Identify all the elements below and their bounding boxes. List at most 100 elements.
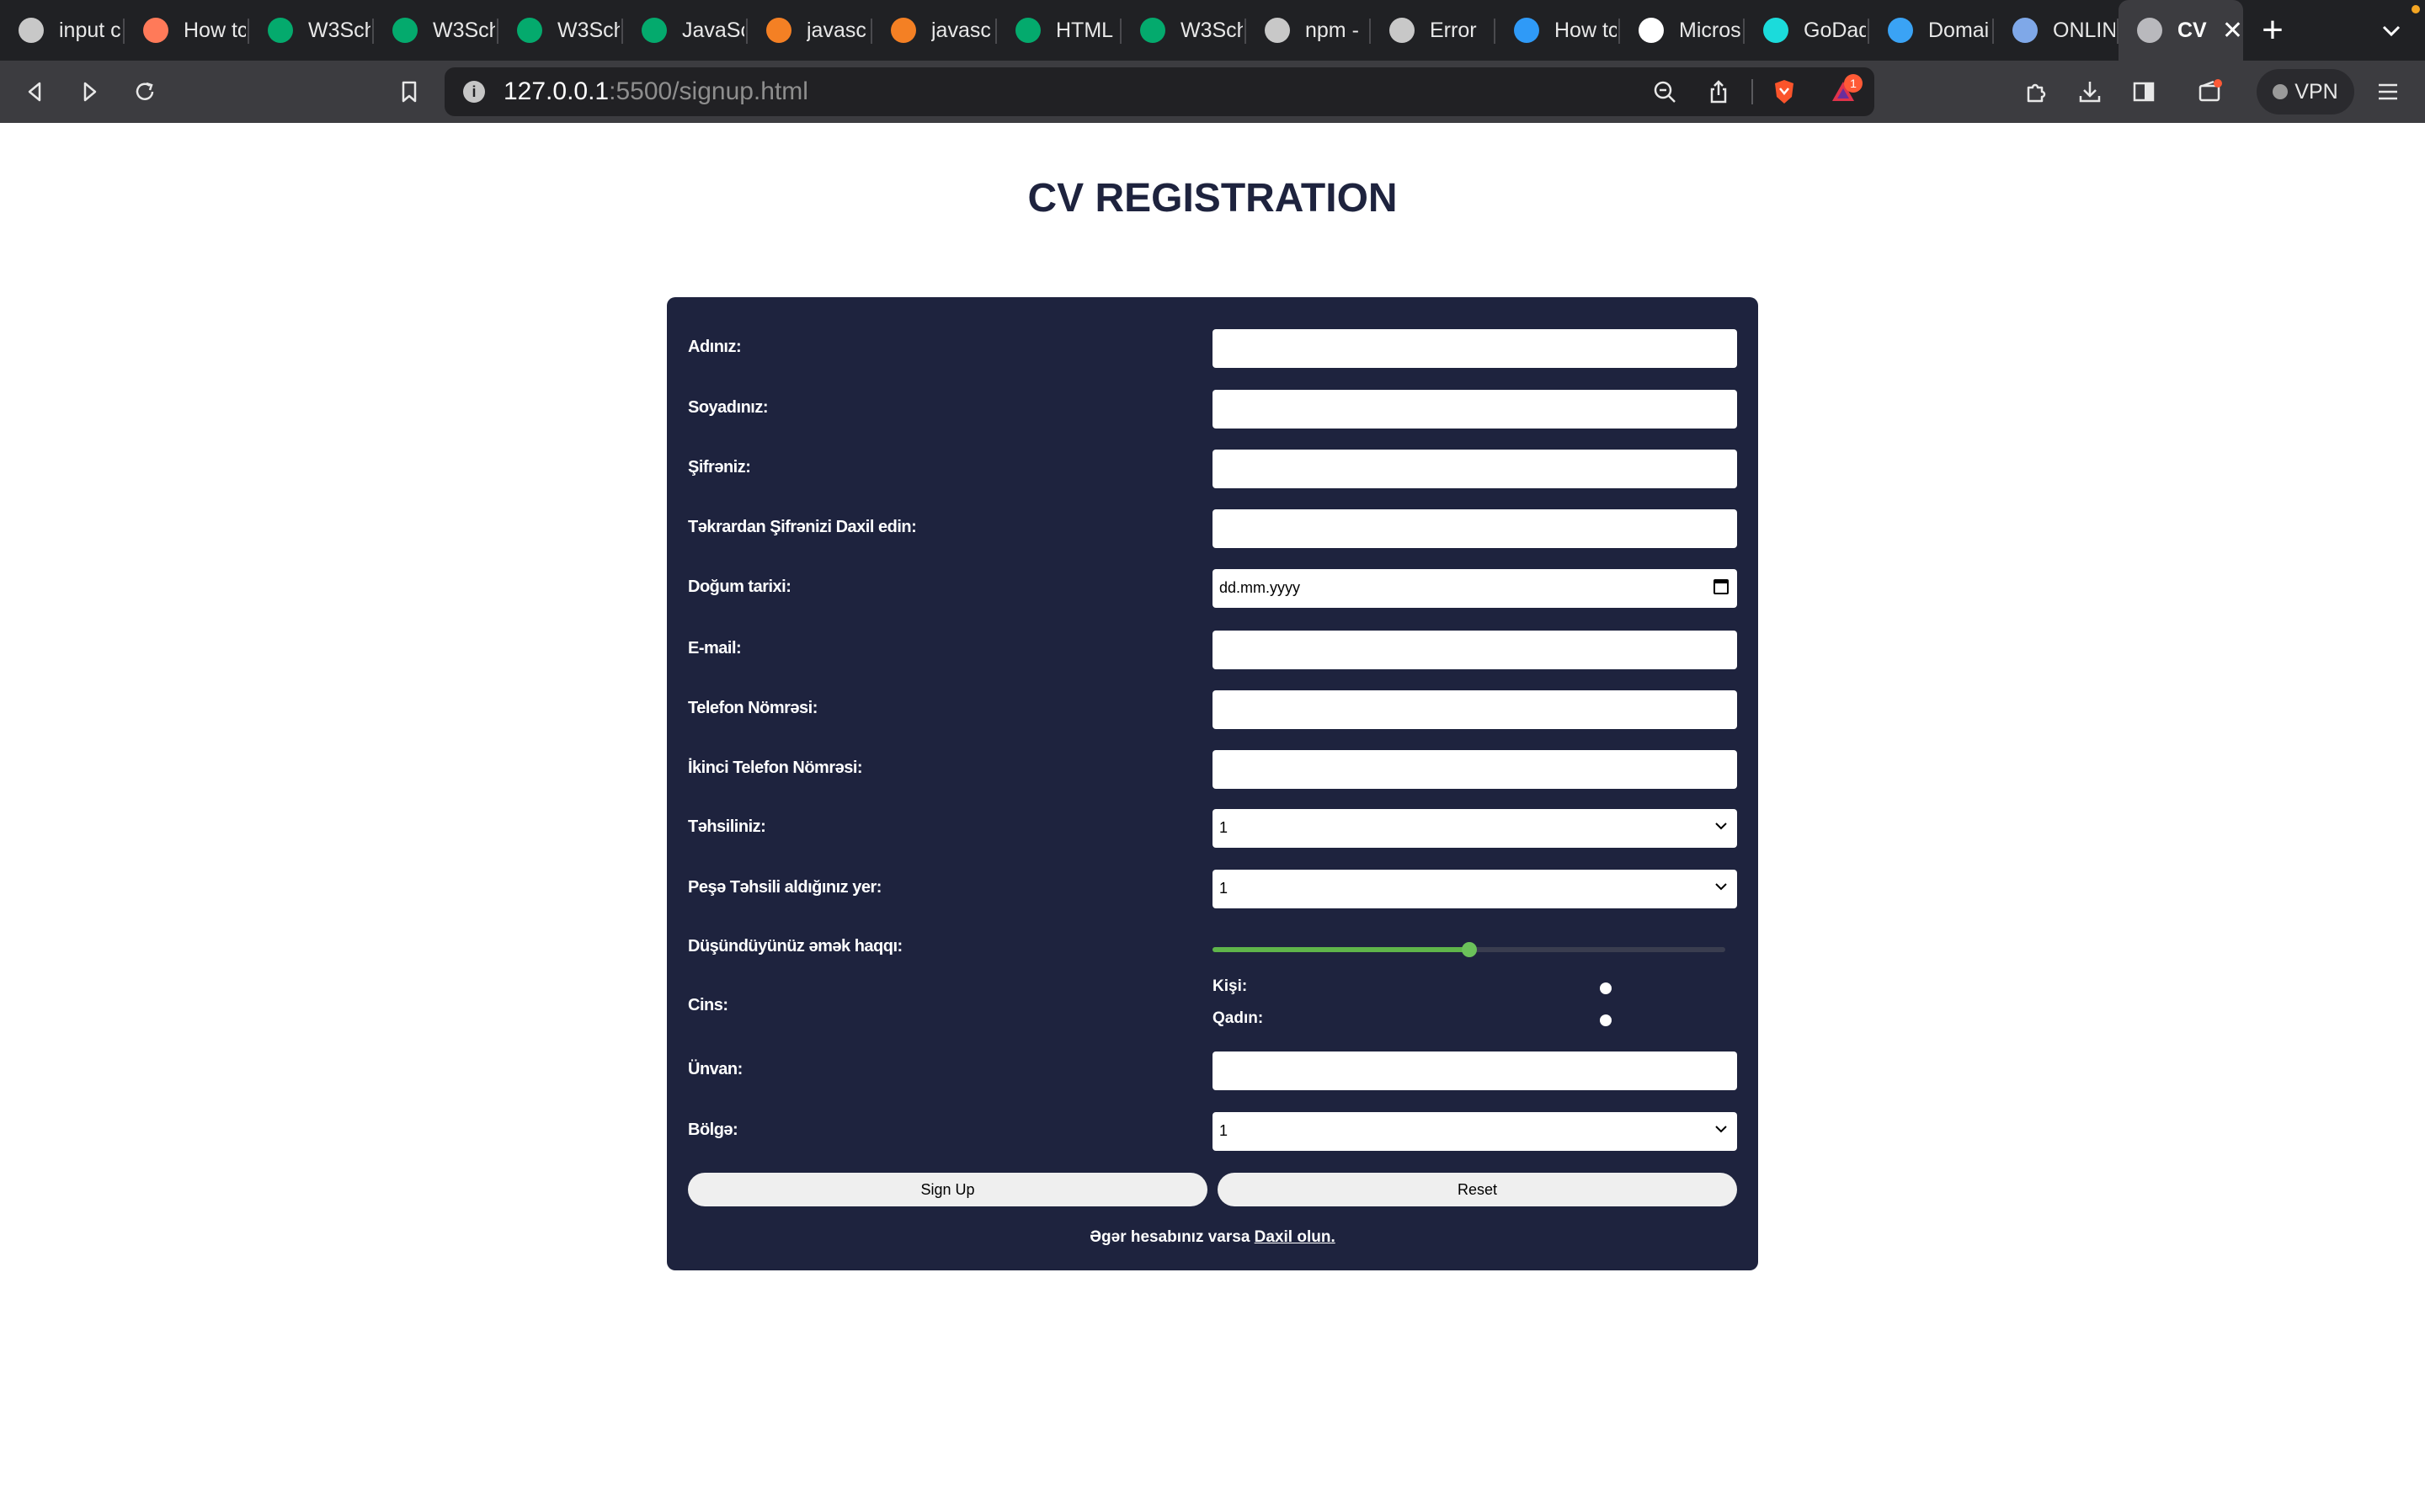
- w3schools-icon: [1015, 18, 1041, 43]
- gender-option-male-radio[interactable]: [1600, 982, 1612, 994]
- reset-button[interactable]: Reset: [1218, 1173, 1737, 1206]
- field-row: Telefon Nömrəsi:: [688, 690, 1737, 731]
- region-value: 1: [1219, 1122, 1228, 1139]
- godaddy-icon: [1763, 18, 1788, 43]
- extensions-icon[interactable]: [2021, 77, 2051, 107]
- field-label: Şifrəniz:: [688, 458, 751, 476]
- wallet-icon[interactable]: [2194, 77, 2225, 107]
- tab-7[interactable]: javasc: [748, 0, 872, 61]
- password-input[interactable]: [1212, 509, 1737, 548]
- tab-label: Error: [1430, 18, 1477, 42]
- tab-active[interactable]: CV ✕: [2119, 0, 2243, 61]
- field-row: Doğum tarixi: dd.mm.yyyy: [688, 569, 1737, 610]
- tab-6[interactable]: JavaSc: [623, 0, 748, 61]
- w3schools-icon: [517, 18, 542, 43]
- sidebar-icon[interactable]: [2129, 77, 2159, 107]
- birthdate-input[interactable]: dd.mm.yyyy: [1212, 569, 1737, 608]
- tab-label: W3Sch: [308, 18, 370, 42]
- field-label: Doğum tarixi:: [688, 578, 791, 596]
- back-icon[interactable]: [20, 77, 51, 107]
- new-tab-button[interactable]: +: [2243, 0, 2302, 61]
- globe-icon: [1265, 18, 1290, 43]
- tab-label: javasc: [931, 18, 991, 42]
- bookmark-icon[interactable]: [394, 77, 424, 107]
- tab-13[interactable]: How tc: [1495, 0, 1620, 61]
- tab-1[interactable]: input c: [0, 0, 125, 61]
- tab-16[interactable]: Domai: [1869, 0, 1994, 61]
- tab-9[interactable]: HTML: [997, 0, 1122, 61]
- tab-10[interactable]: W3Sch: [1122, 0, 1246, 61]
- zoom-icon[interactable]: [1650, 77, 1679, 106]
- professional-education-select[interactable]: 1: [1212, 870, 1737, 908]
- tab-label: javasc: [807, 18, 866, 42]
- birthdate-value: dd.mm.yyyy: [1219, 579, 1301, 596]
- brave-shields-icon[interactable]: [1770, 77, 1799, 106]
- address-bar[interactable]: i 127.0.0.1:5500/signup.html 1: [445, 67, 1874, 116]
- w3schools-icon: [642, 18, 667, 43]
- field-label: İkinci Telefon Nömrəsi:: [688, 759, 863, 777]
- sign-up-button[interactable]: Sign Up: [688, 1173, 1207, 1206]
- tab-label: How tc: [1554, 18, 1617, 42]
- url-host: 127.0.0.1: [504, 77, 610, 105]
- text-input[interactable]: [1212, 329, 1737, 368]
- salary-slider-thumb[interactable]: [1461, 942, 1477, 957]
- tab-label: W3Sch: [433, 18, 495, 42]
- gender-option-female-radio[interactable]: [1600, 1014, 1612, 1026]
- tab-2[interactable]: How tc: [125, 0, 249, 61]
- reload-icon[interactable]: [130, 77, 160, 107]
- field-label: Soyadınız:: [688, 398, 769, 417]
- squares-icon: [1514, 18, 1539, 43]
- rewards-icon[interactable]: 1: [1829, 74, 1863, 106]
- earth-icon: [2012, 18, 2038, 43]
- url-text[interactable]: 127.0.0.1:5500/signup.html: [504, 77, 808, 106]
- w3schools-icon: [392, 18, 418, 43]
- vpn-button[interactable]: VPN: [2257, 69, 2354, 114]
- chevron-down-icon[interactable]: [2376, 15, 2406, 45]
- calendar-icon[interactable]: [1713, 579, 1729, 594]
- registration-form: Adınız: Soyadınız: Şifrəniz: Təkrardan Şifr…: [667, 297, 1758, 1270]
- tab-label: GoDad: [1804, 18, 1866, 42]
- education-label: Təhsiliniz:: [688, 817, 766, 836]
- address-row: Ünvan:: [688, 1051, 1737, 1092]
- text-input[interactable]: [1212, 390, 1737, 429]
- share-icon[interactable]: [1704, 77, 1733, 106]
- address-input[interactable]: [1212, 1051, 1737, 1090]
- menu-icon[interactable]: [2373, 77, 2403, 107]
- field-row: Soyadınız:: [688, 390, 1737, 430]
- password-input[interactable]: [1212, 450, 1737, 488]
- login-link[interactable]: Daxil olun.: [1255, 1228, 1335, 1246]
- site-info-icon[interactable]: i: [463, 81, 485, 103]
- tab-17[interactable]: ONLIN: [1994, 0, 2119, 61]
- chevron-down-icon: [1713, 1119, 1729, 1142]
- email-input[interactable]: [1212, 631, 1737, 669]
- tab-11[interactable]: npm -: [1246, 0, 1371, 61]
- globe-icon: [1389, 18, 1415, 43]
- notification-dot: [2412, 5, 2420, 13]
- field-label: Telefon Nömrəsi:: [688, 699, 818, 717]
- tab-label: ONLIN: [2053, 18, 2115, 42]
- tab-list: input c How tc W3Sch W3Sch W3Sch JavaSc javasc…: [0, 0, 2119, 61]
- salary-row: Düşündüyünüz əmək haqqı:: [688, 929, 1737, 969]
- tab-12[interactable]: Error: [1371, 0, 1495, 61]
- education-select[interactable]: 1: [1212, 809, 1737, 848]
- tel-input[interactable]: [1212, 750, 1737, 789]
- vpn-label: VPN: [2294, 79, 2338, 104]
- tab-label: HTML: [1056, 18, 1114, 42]
- tab-5[interactable]: W3Sch: [498, 0, 623, 61]
- gender-row: Cins: Kişi: Qadın:: [688, 977, 1737, 1028]
- gender-label: Cins:: [688, 996, 728, 1014]
- w3schools-icon: [1140, 18, 1165, 43]
- tab-8[interactable]: javasc: [872, 0, 997, 61]
- login-prompt-text: Əgər hesabınız varsa: [1090, 1228, 1255, 1246]
- region-select[interactable]: 1: [1212, 1112, 1737, 1151]
- close-icon[interactable]: ✕: [2222, 16, 2243, 45]
- field-row: Adınız:: [688, 329, 1737, 370]
- tab-4[interactable]: W3Sch: [374, 0, 498, 61]
- download-icon[interactable]: [2075, 77, 2105, 107]
- forward-icon[interactable]: [74, 77, 104, 107]
- tab-15[interactable]: GoDad: [1745, 0, 1869, 61]
- tab-3[interactable]: W3Sch: [249, 0, 374, 61]
- tab-14[interactable]: Micros: [1620, 0, 1745, 61]
- tel-input[interactable]: [1212, 690, 1737, 729]
- salary-slider[interactable]: [1212, 942, 1725, 957]
